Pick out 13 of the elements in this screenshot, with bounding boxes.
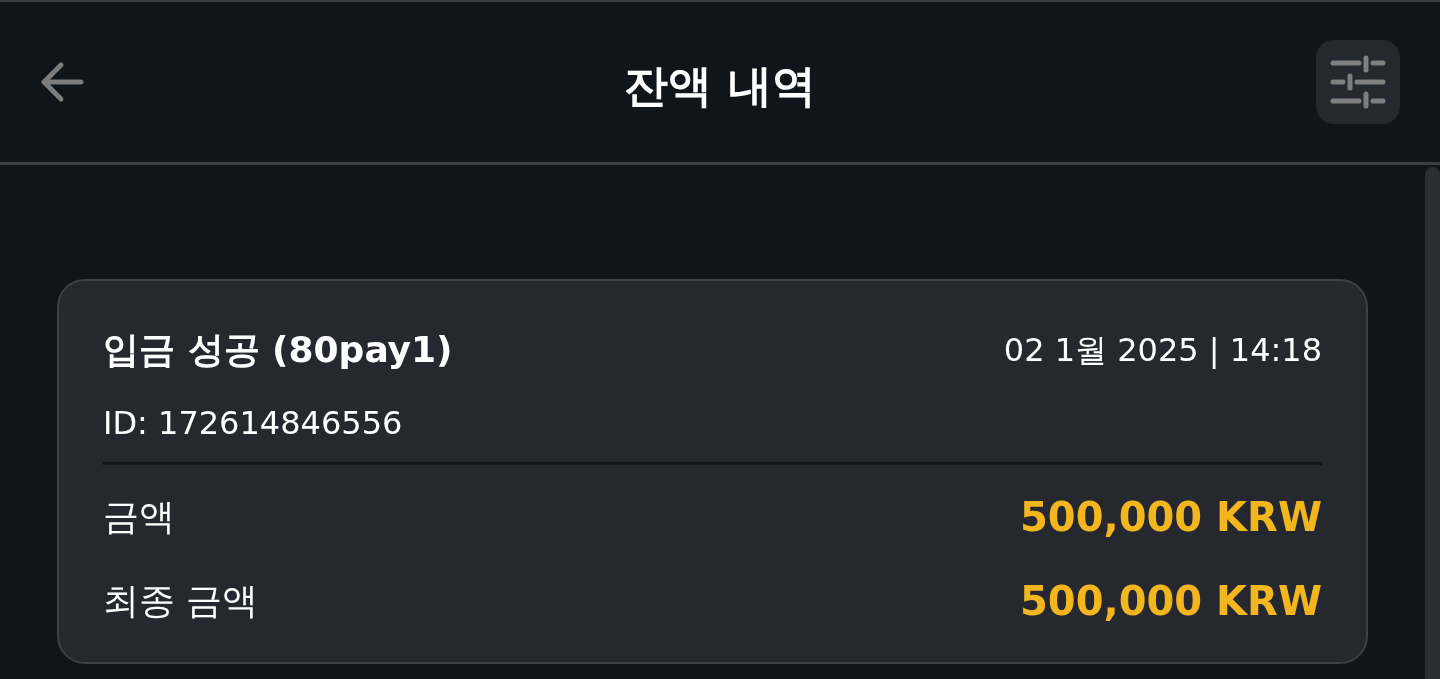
transaction-id: ID: 172614846556 (103, 403, 404, 444)
amount-label: 금액 (103, 495, 175, 539)
sliders-icon (1330, 55, 1386, 109)
amount-value: 500,000 KRW (1019, 577, 1322, 626)
amount-value: 500,000 KRW (1019, 493, 1322, 542)
amount-label: 최종 금액 (103, 579, 259, 623)
page-title: 잔액 내역 (624, 59, 816, 113)
transaction-datetime: 02 1월 2025 | 14:18 (1003, 330, 1322, 371)
back-button[interactable] (40, 61, 84, 103)
filter-button[interactable] (1316, 40, 1400, 124)
scrollbar-thumb[interactable] (1425, 167, 1440, 679)
back-arrow-icon (40, 61, 84, 103)
transaction-title: 입금 성공 (80pay1) (103, 328, 453, 372)
